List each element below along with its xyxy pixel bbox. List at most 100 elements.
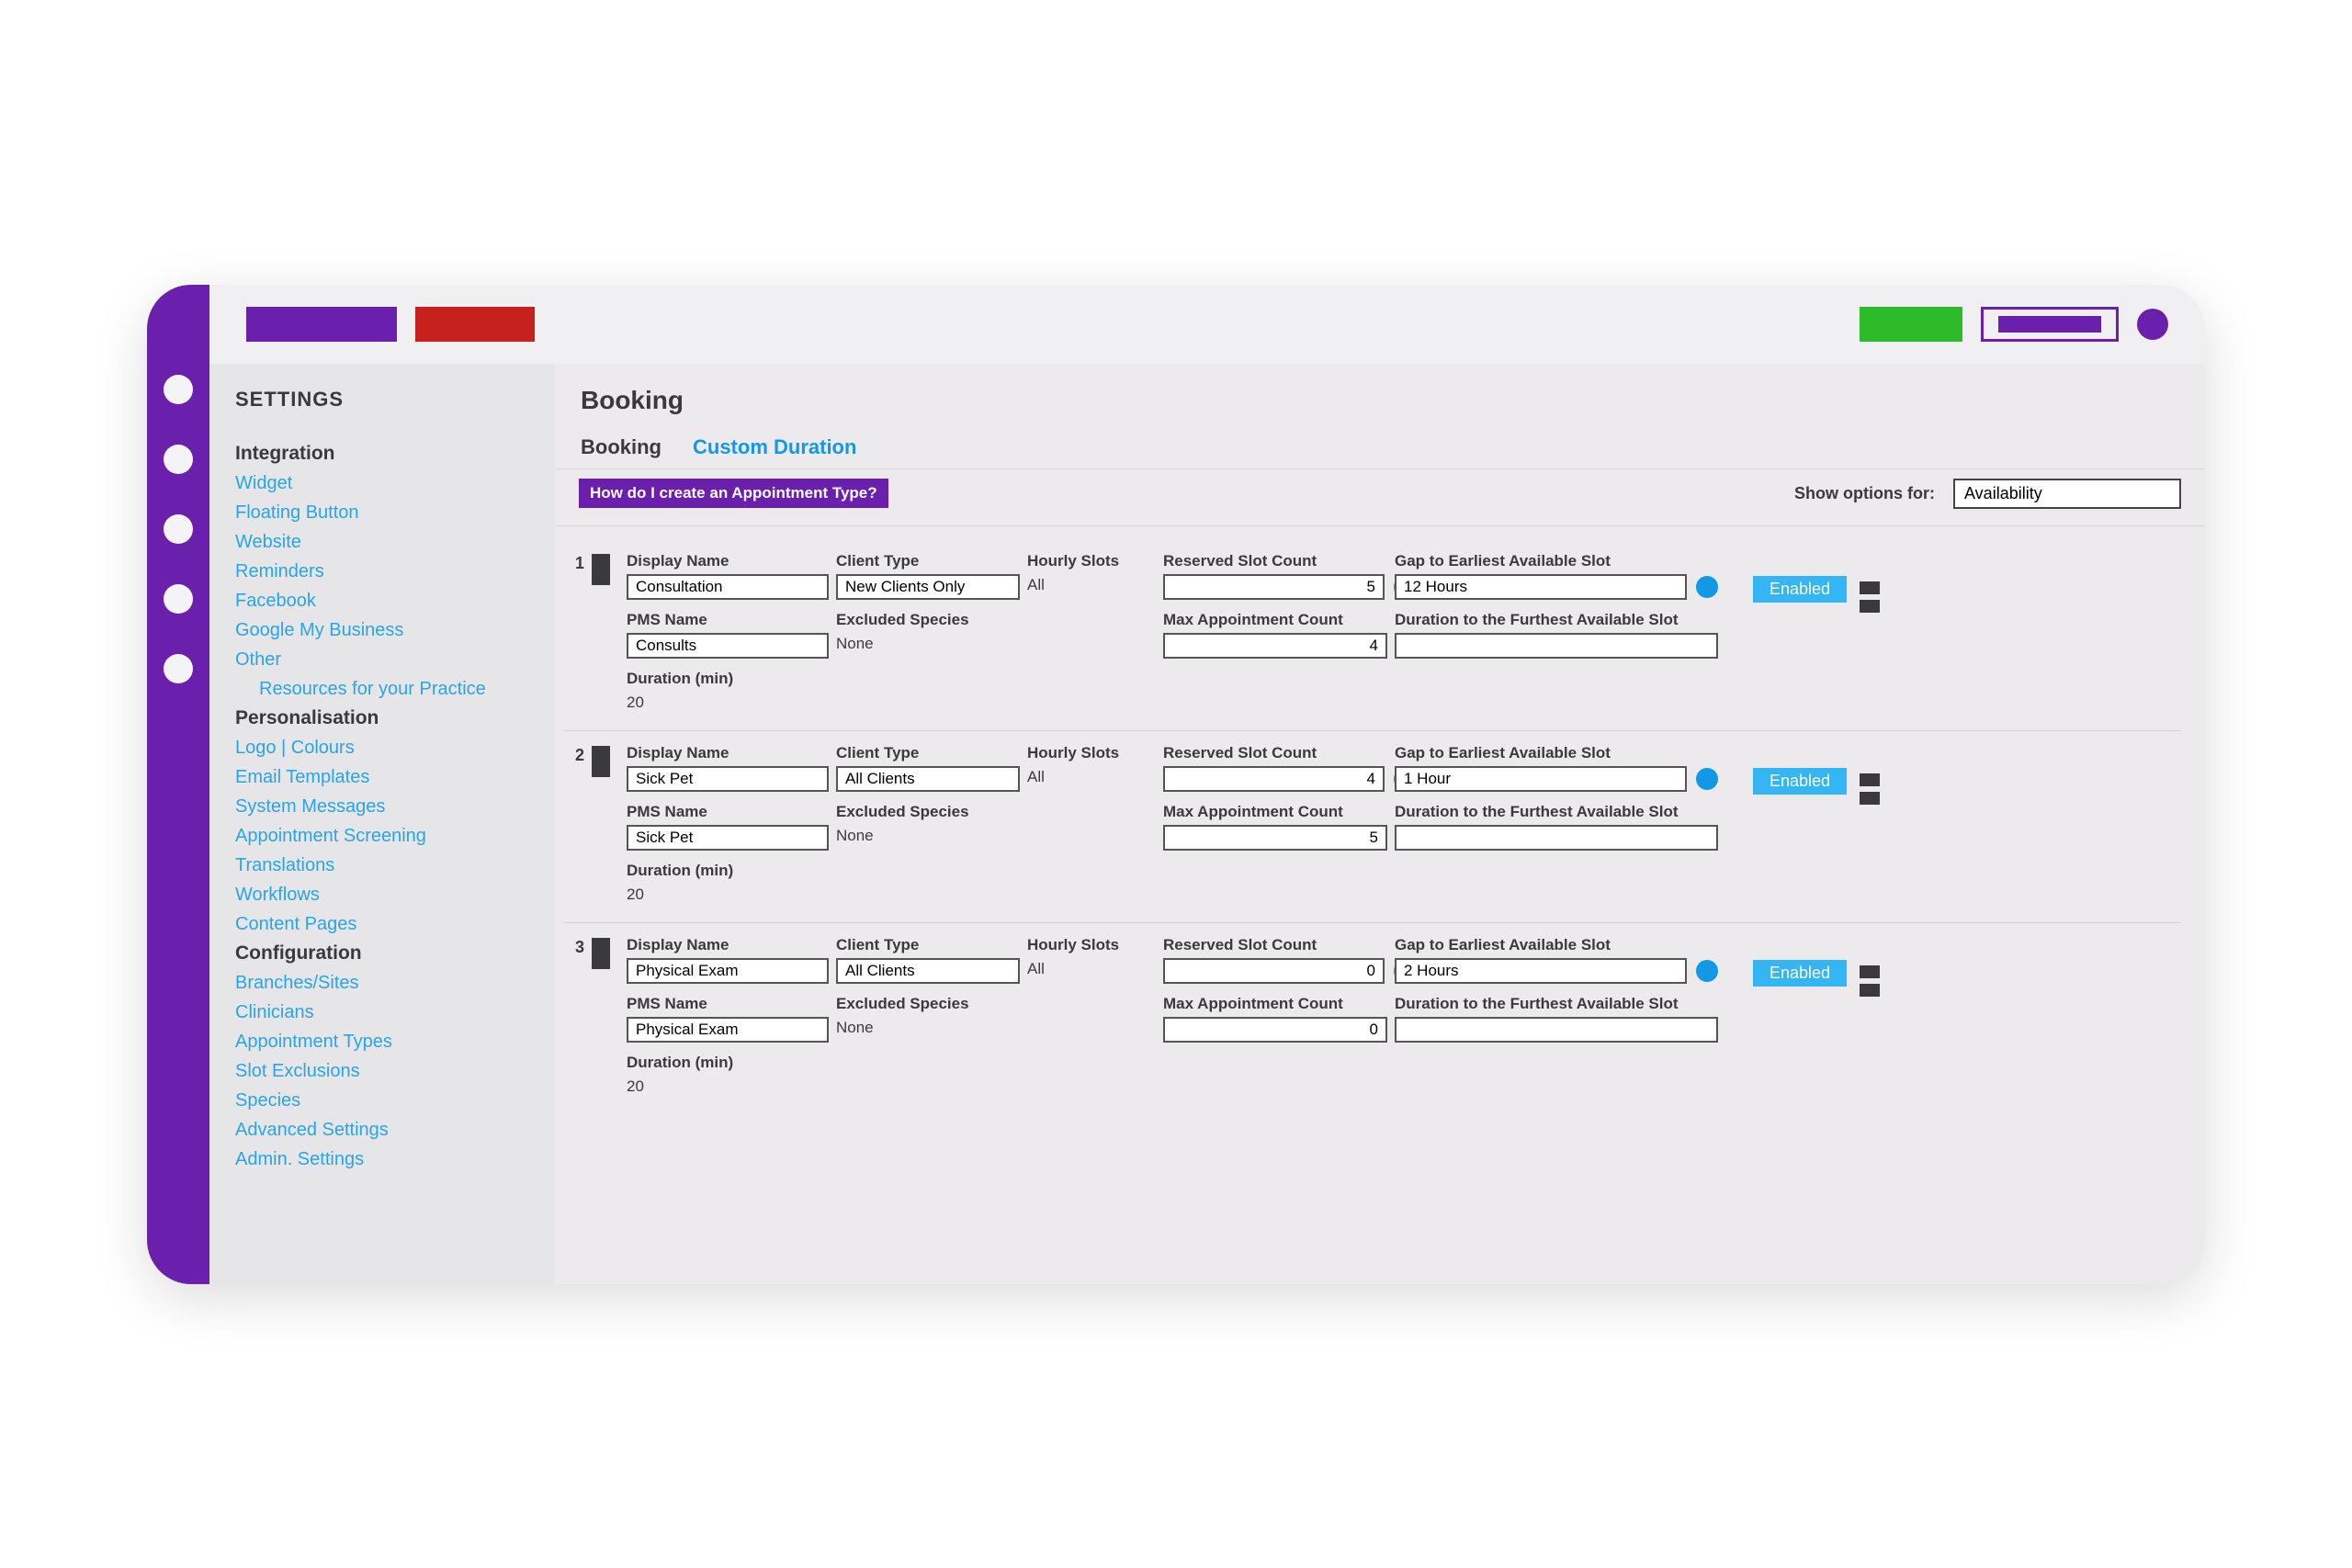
info-dot-icon[interactable] xyxy=(1696,768,1718,790)
value-excluded-species: None xyxy=(836,1017,1020,1043)
sidebar-item-google-my-business[interactable]: Google My Business xyxy=(235,615,529,645)
sidebar-item-resources[interactable]: Resources for your Practice xyxy=(235,674,529,704)
input-duration-furthest[interactable] xyxy=(1395,825,1718,851)
sidebar-item-appointment-screening[interactable]: Appointment Screening xyxy=(235,821,529,851)
sidebar-item-facebook[interactable]: Facebook xyxy=(235,586,529,615)
input-gap-earliest[interactable] xyxy=(1395,958,1687,984)
label-pms-name: PMS Name xyxy=(627,995,829,1013)
rail-dot-2[interactable] xyxy=(164,445,193,474)
sidebar-item-branches-sites[interactable]: Branches/Sites xyxy=(235,968,529,998)
input-client-type[interactable] xyxy=(836,958,1020,984)
label-reserved-slot-count: Reserved Slot Count xyxy=(1163,936,1387,954)
row-action-handle-1[interactable] xyxy=(1860,581,1880,594)
input-duration-furthest[interactable] xyxy=(1395,1017,1718,1043)
input-pms-name[interactable] xyxy=(627,633,829,659)
sidebar-item-content-pages[interactable]: Content Pages xyxy=(235,909,529,939)
label-reserved-slot-count: Reserved Slot Count xyxy=(1163,744,1387,762)
input-gap-earliest[interactable] xyxy=(1395,574,1687,600)
sidebar-heading-personalisation: Personalisation xyxy=(235,707,529,729)
settings-sidebar: SETTINGS Integration Widget Floating But… xyxy=(209,364,555,1284)
label-reserved-slot-count: Reserved Slot Count xyxy=(1163,552,1387,570)
input-display-name[interactable] xyxy=(627,958,829,984)
row-index: 3 xyxy=(570,936,584,957)
label-duration-furthest: Duration to the Furthest Available Slot xyxy=(1395,803,1718,821)
drag-handle-icon[interactable] xyxy=(592,746,610,777)
sidebar-item-appointment-types[interactable]: Appointment Types xyxy=(235,1027,529,1056)
sidebar-item-admin-settings[interactable]: Admin. Settings xyxy=(235,1145,529,1174)
value-excluded-species: None xyxy=(836,825,1020,851)
sidebar-item-email-templates[interactable]: Email Templates xyxy=(235,762,529,792)
app-window: SETTINGS Integration Widget Floating But… xyxy=(147,285,2205,1284)
enabled-toggle[interactable]: Enabled xyxy=(1753,960,1847,987)
input-pms-name[interactable] xyxy=(627,825,829,851)
toolbar-outline-button[interactable] xyxy=(1981,307,2119,342)
sidebar-item-reminders[interactable]: Reminders xyxy=(235,557,529,586)
info-dot-icon[interactable] xyxy=(1696,960,1718,982)
row-action-handle-2[interactable] xyxy=(1860,600,1880,613)
input-reserved-slot-count[interactable] xyxy=(1163,958,1385,984)
sidebar-item-clinicians[interactable]: Clinicians xyxy=(235,998,529,1027)
sidebar-item-translations[interactable]: Translations xyxy=(235,851,529,880)
input-reserved-slot-count[interactable] xyxy=(1163,766,1385,792)
label-display-name: Display Name xyxy=(627,552,829,570)
input-client-type[interactable] xyxy=(836,766,1020,792)
sidebar-heading-integration: Integration xyxy=(235,443,529,465)
sidebar-item-floating-button[interactable]: Floating Button xyxy=(235,498,529,527)
row-action-handle-1[interactable] xyxy=(1860,965,1880,978)
sidebar-item-logo-colours[interactable]: Logo | Colours xyxy=(235,733,529,762)
rail-dot-5[interactable] xyxy=(164,654,193,683)
rail-dot-4[interactable] xyxy=(164,584,193,614)
enabled-toggle[interactable]: Enabled xyxy=(1753,576,1847,603)
sidebar-item-slot-exclusions[interactable]: Slot Exclusions xyxy=(235,1056,529,1086)
value-excluded-species: None xyxy=(836,633,1020,659)
rail-dot-3[interactable] xyxy=(164,514,193,544)
label-display-name: Display Name xyxy=(627,744,829,762)
label-pms-name: PMS Name xyxy=(627,611,829,629)
tab-booking[interactable]: Booking xyxy=(581,435,662,459)
row-index: 1 xyxy=(570,552,584,573)
sidebar-item-website[interactable]: Website xyxy=(235,527,529,557)
row-action-handle-1[interactable] xyxy=(1860,773,1880,786)
sidebar-item-other[interactable]: Other xyxy=(235,645,529,674)
row-action-handle-2[interactable] xyxy=(1860,984,1880,997)
sidebar-item-system-messages[interactable]: System Messages xyxy=(235,792,529,821)
tablet-rail xyxy=(147,285,209,1284)
input-duration-furthest[interactable] xyxy=(1395,633,1718,659)
enabled-toggle[interactable]: Enabled xyxy=(1753,768,1847,795)
input-pms-name[interactable] xyxy=(627,1017,829,1043)
label-client-type: Client Type xyxy=(836,744,1020,762)
row-action-handle-2[interactable] xyxy=(1860,792,1880,805)
input-max-appt-count[interactable] xyxy=(1163,1017,1387,1043)
input-gap-earliest[interactable] xyxy=(1395,766,1687,792)
toolbar-avatar-dot[interactable] xyxy=(2137,309,2168,340)
input-display-name[interactable] xyxy=(627,574,829,600)
sidebar-item-workflows[interactable]: Workflows xyxy=(235,880,529,909)
input-display-name[interactable] xyxy=(627,766,829,792)
sidebar-item-species[interactable]: Species xyxy=(235,1086,529,1115)
input-reserved-slot-count[interactable] xyxy=(1163,574,1385,600)
appointment-type-row: 2 Display Name PMS Name Duration (min) 2… xyxy=(564,731,2181,923)
input-max-appt-count[interactable] xyxy=(1163,633,1387,659)
sidebar-item-widget[interactable]: Widget xyxy=(235,468,529,498)
label-excluded-species: Excluded Species xyxy=(836,995,1020,1013)
input-client-type[interactable] xyxy=(836,574,1020,600)
drag-handle-icon[interactable] xyxy=(592,938,610,969)
toolbar-alert-block[interactable] xyxy=(415,307,535,342)
appointment-type-row: 1 Display Name PMS Name Duration (min) 2… xyxy=(564,539,2181,731)
sidebar-title: SETTINGS xyxy=(235,388,529,412)
show-options-for-select[interactable] xyxy=(1953,479,2181,509)
info-dot-icon[interactable] xyxy=(1696,576,1718,598)
label-hourly-slots: Hourly Slots xyxy=(1027,744,1156,762)
toolbar-brand-block[interactable] xyxy=(246,307,397,342)
label-duration: Duration (min) xyxy=(627,1054,829,1072)
drag-handle-icon[interactable] xyxy=(592,554,610,585)
rail-dot-1[interactable] xyxy=(164,375,193,404)
sidebar-item-advanced-settings[interactable]: Advanced Settings xyxy=(235,1115,529,1145)
label-pms-name: PMS Name xyxy=(627,803,829,821)
row-index: 2 xyxy=(570,744,584,765)
tab-custom-duration[interactable]: Custom Duration xyxy=(693,435,856,459)
input-max-appt-count[interactable] xyxy=(1163,825,1387,851)
help-link[interactable]: How do I create an Appointment Type? xyxy=(579,479,888,508)
label-max-appt-count: Max Appointment Count xyxy=(1163,611,1387,629)
toolbar-status-block[interactable] xyxy=(1860,307,1962,342)
